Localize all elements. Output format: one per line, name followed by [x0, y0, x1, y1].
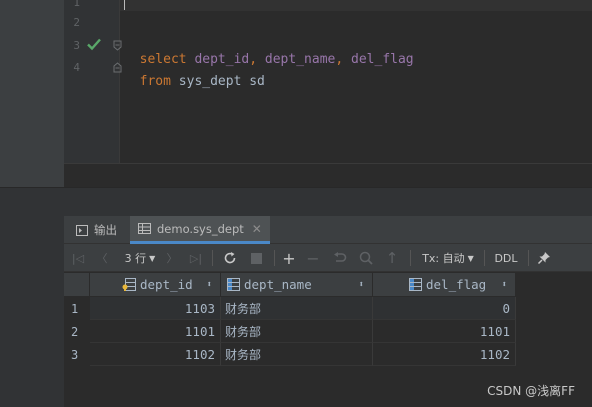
- code-line-4[interactable]: from sys_dept sd: [124, 59, 265, 89]
- row-number[interactable]: 3: [64, 343, 90, 366]
- column-icon: [409, 278, 422, 291]
- column-header-del-flag[interactable]: del_flag ⬍: [373, 273, 516, 296]
- cell-dept-name[interactable]: 财务部: [221, 343, 373, 366]
- column-header-label: dept_id: [140, 277, 193, 292]
- tx-mode-label: Tx: 自动: [422, 252, 465, 265]
- toolbar-separator: [410, 250, 411, 266]
- output-icon: [76, 224, 88, 236]
- comma: ,: [335, 52, 352, 67]
- chevron-down-icon: ▼: [149, 253, 156, 263]
- line-number-1: 1: [73, 0, 80, 9]
- text-caret: [124, 0, 125, 10]
- ddl-button[interactable]: DDL: [492, 244, 520, 272]
- line-number-2: 2: [73, 16, 80, 29]
- fold-end-icon[interactable]: [113, 62, 122, 73]
- toolbar-separator: [528, 250, 529, 266]
- toolbar-separator: [212, 250, 213, 266]
- results-tab-bar: 输出 demo.sys_dept ✕: [64, 216, 592, 244]
- last-page-button[interactable]: ▷|: [186, 244, 206, 272]
- key-column-icon: [122, 278, 136, 291]
- cell-dept-id[interactable]: 1101: [90, 320, 221, 343]
- chevron-down-icon: ▼: [467, 253, 474, 263]
- table-icon: [138, 223, 151, 234]
- sort-icon[interactable]: ⬍: [207, 280, 212, 290]
- toolbar-separator: [274, 250, 275, 266]
- results-toolbar: |◁ 〈 3 行 ▼ 〉 ▷| + − ↑ Tx: 自动 ▼ DDL: [64, 244, 592, 272]
- keyword-from: from: [139, 74, 171, 89]
- column-icon: [227, 278, 240, 291]
- column-header-label: del_flag: [426, 277, 487, 292]
- current-line-highlight: [120, 0, 592, 11]
- left-tool-strip-bottom: [0, 187, 64, 407]
- cell-del-flag[interactable]: 1101: [373, 320, 516, 343]
- stop-icon[interactable]: [246, 244, 266, 272]
- remove-row-button[interactable]: −: [304, 244, 322, 272]
- line-number-3: 3: [73, 39, 80, 52]
- sort-icon[interactable]: ⬍: [502, 280, 507, 290]
- pin-icon[interactable]: [534, 244, 554, 272]
- cell-dept-id[interactable]: 1102: [90, 343, 221, 366]
- cell-del-flag[interactable]: 0: [373, 297, 516, 320]
- cell-dept-name[interactable]: 财务部: [221, 320, 373, 343]
- tab-demo-sys-dept[interactable]: demo.sys_dept ✕: [130, 216, 270, 244]
- close-icon[interactable]: ✕: [252, 222, 262, 236]
- rows-count-dropdown[interactable]: 3 行 ▼: [118, 244, 162, 272]
- cell-dept-id[interactable]: 1103: [90, 297, 221, 320]
- toolbar-separator: [484, 250, 485, 266]
- table-ref: sys_dept sd: [170, 74, 265, 89]
- column-header-dept-id[interactable]: dept_id ⬍: [90, 273, 221, 296]
- column-header-dept-name[interactable]: dept_name ⬍: [221, 273, 373, 296]
- column-header-label: dept_name: [244, 277, 312, 292]
- line-number-4: 4: [73, 61, 80, 74]
- submit-button[interactable]: ↑: [382, 244, 402, 272]
- revert-icon[interactable]: [330, 244, 350, 272]
- tx-mode-dropdown[interactable]: Tx: 自动 ▼: [420, 244, 476, 272]
- field-del-flag: del_flag: [351, 52, 414, 67]
- rows-count-label: 3 行: [124, 252, 147, 265]
- fold-start-icon[interactable]: [113, 40, 122, 51]
- row-number[interactable]: 1: [64, 297, 90, 320]
- check-icon[interactable]: [86, 36, 102, 52]
- row-number[interactable]: 2: [64, 320, 90, 343]
- tab-demo-sys-dept-label: demo.sys_dept: [157, 221, 244, 236]
- cell-dept-name[interactable]: 财务部: [221, 297, 373, 320]
- field-dept-name: dept_name: [264, 52, 336, 67]
- grid-corner[interactable]: [64, 273, 90, 296]
- refresh-icon[interactable]: [220, 244, 240, 272]
- next-page-button[interactable]: 〉: [164, 244, 180, 272]
- cell-del-flag[interactable]: 1102: [373, 343, 516, 366]
- first-page-button[interactable]: |◁: [70, 244, 86, 272]
- tab-output-label: 输出: [94, 223, 117, 237]
- tab-output[interactable]: 输出: [76, 216, 123, 244]
- panel-splitter[interactable]: [0, 187, 592, 217]
- prev-page-button[interactable]: 〈: [94, 244, 110, 272]
- sql-editor[interactable]: [120, 0, 592, 187]
- editor-horizontal-scrollbar[interactable]: [64, 163, 592, 187]
- add-row-button[interactable]: +: [280, 244, 298, 272]
- preview-icon[interactable]: [356, 244, 376, 272]
- watermark: CSDN @浅离FF: [487, 384, 575, 398]
- sort-icon[interactable]: ⬍: [359, 280, 364, 290]
